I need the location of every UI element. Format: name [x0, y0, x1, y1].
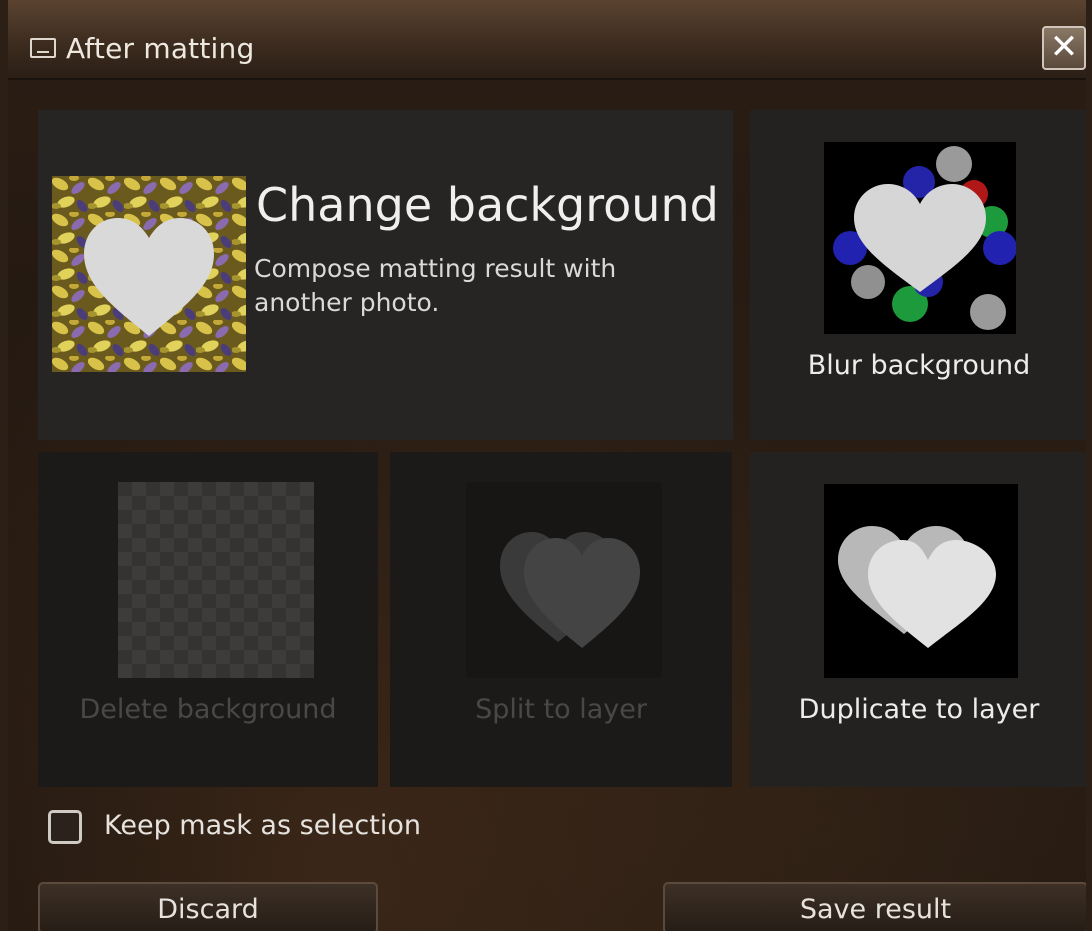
change-background-description: Compose matting result with another phot… — [254, 254, 617, 317]
leaves-heart-thumbnail — [52, 176, 246, 372]
change-background-title: Change background — [256, 178, 719, 232]
window-icon — [30, 38, 56, 58]
split-heart-thumbnail — [466, 482, 662, 678]
duplicate-to-layer-option[interactable]: Duplicate to layer — [750, 452, 1086, 787]
split-to-layer-option: Split to layer — [390, 452, 732, 787]
after-matting-dialog: After matting ✕ Change background Compos… — [0, 0, 1092, 931]
transparent-checker-thumbnail — [118, 482, 314, 678]
close-button[interactable]: ✕ — [1042, 26, 1086, 70]
duplicate-heart-thumbnail — [824, 484, 1018, 678]
duplicate-to-layer-label: Duplicate to layer — [798, 694, 1040, 725]
change-background-option[interactable]: Change background Compose matting result… — [38, 110, 733, 440]
keep-mask-checkbox[interactable] — [48, 810, 82, 844]
blur-background-label: Blur background — [807, 350, 1031, 381]
keep-mask-label[interactable]: Keep mask as selection — [104, 810, 421, 841]
save-result-button[interactable]: Save result — [663, 882, 1086, 931]
delete-background-label: Delete background — [79, 694, 337, 725]
split-to-layer-label: Split to layer — [475, 694, 647, 725]
blur-heart-thumbnail — [824, 142, 1016, 334]
close-icon: ✕ — [1049, 27, 1079, 67]
window-title: After matting — [66, 32, 255, 65]
delete-background-option: Delete background — [38, 452, 378, 787]
discard-button[interactable]: Discard — [38, 882, 378, 931]
title-bar[interactable]: After matting ✕ — [8, 0, 1086, 80]
blur-background-option[interactable]: Blur background — [750, 110, 1086, 440]
